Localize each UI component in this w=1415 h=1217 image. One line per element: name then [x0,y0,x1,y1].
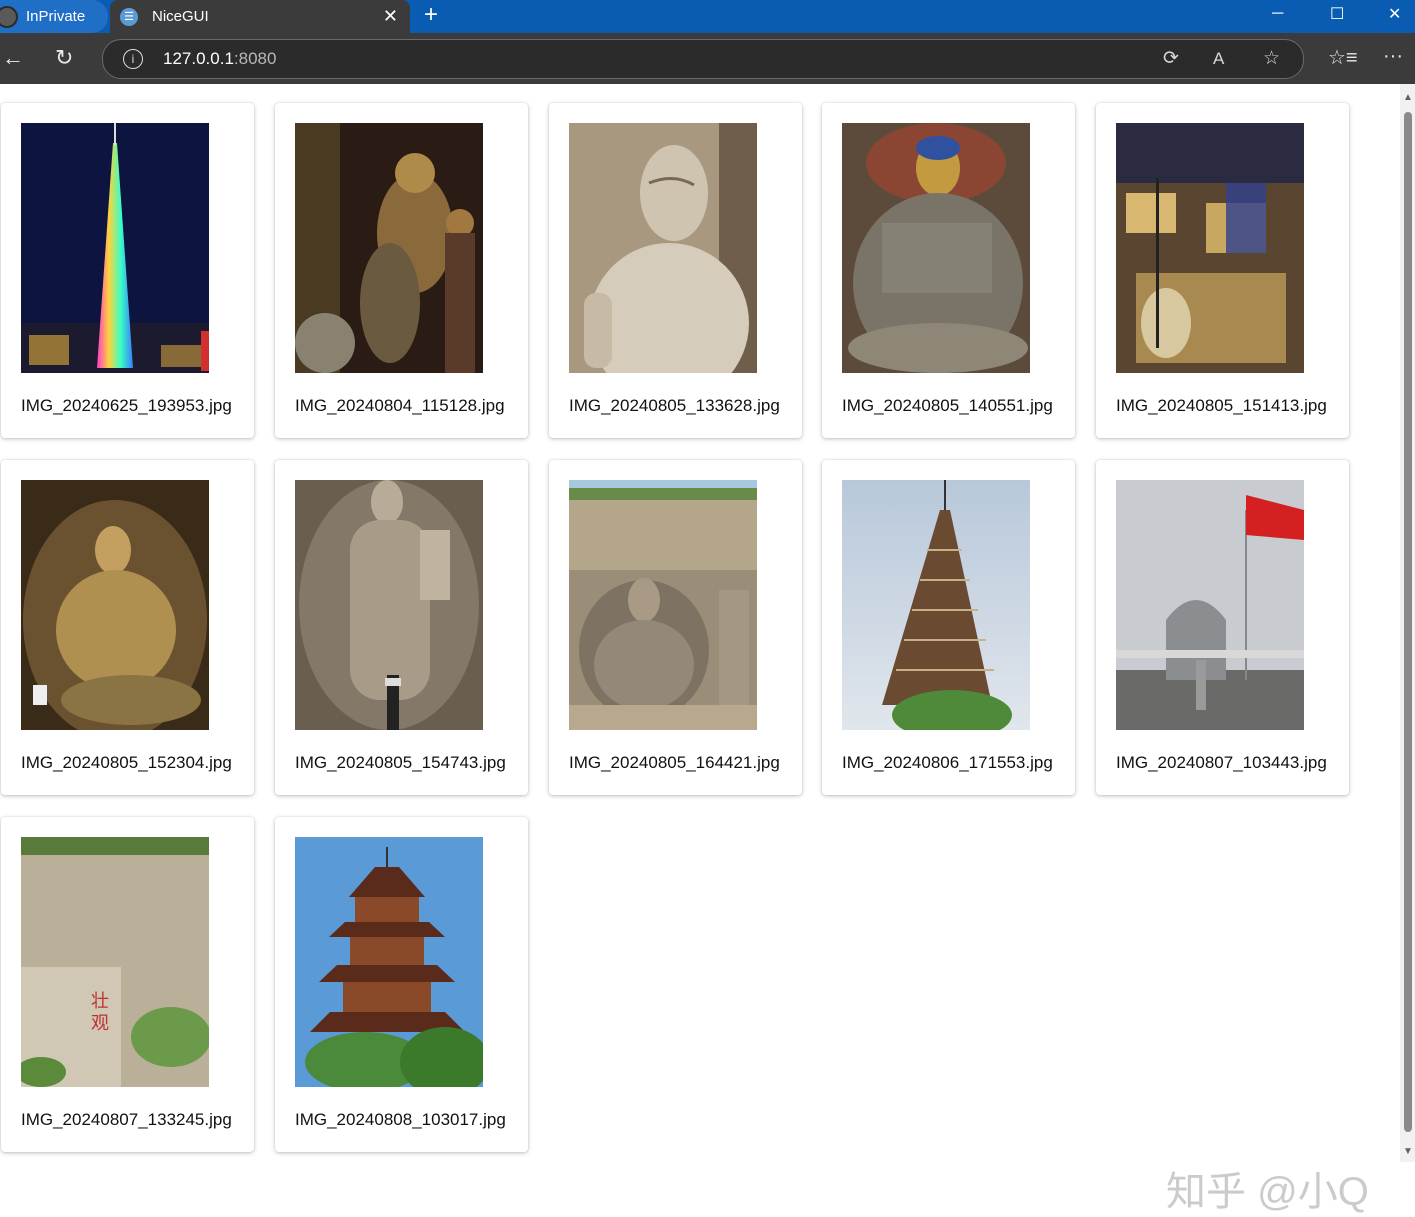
photo-filename: IMG_20240805_152304.jpg [21,753,232,772]
photo-thumbnail[interactable] [842,480,1030,730]
minimize-icon[interactable]: ─ [1272,0,1283,28]
photo-filename: IMG_20240805_140551.jpg [842,396,1053,415]
page-scrollbar[interactable]: ▲ ▼ [1400,84,1415,1162]
svg-text:观: 观 [91,1013,109,1034]
photo-filename: IMG_20240808_103017.jpg [295,1110,506,1129]
read-aloud-icon[interactable]: A [1213,49,1224,69]
browser-titlebar: InPrivate ☰ NiceGUI ✕ + ─ ☐ ✕ [0,0,1415,33]
gallery-card[interactable]: 壮 观 IMG_20240807_133245.jpg [1,817,254,1152]
photo-thumbnail[interactable]: 壮 观 [21,837,209,1087]
maximize-icon[interactable]: ☐ [1330,0,1344,28]
gallery-card[interactable]: IMG_20240805_164421.jpg [549,460,802,795]
new-tab-icon[interactable]: + [424,1,438,29]
gallery-card[interactable]: IMG_20240805_140551.jpg [822,103,1075,438]
favorites-list-icon[interactable]: ☆≡ [1328,45,1358,70]
gallery-card[interactable]: IMG_20240805_152304.jpg [1,460,254,795]
photo-thumbnail[interactable] [21,123,209,373]
zhihu-watermark: 知乎 @小Q [1166,1170,1369,1214]
photo-filename: IMG_20240806_171553.jpg [842,753,1053,772]
photo-thumbnail[interactable] [295,123,483,373]
favorite-star-icon[interactable]: ☆ [1263,47,1280,70]
refresh-icon[interactable]: ↻ [55,45,73,71]
gallery-page: IMG_20240625_193953.jpg IMG_20240804_115… [0,84,1400,1214]
browser-toolbar: ← ↻ i 127.0.0.1:8080 ⟳ A ☆ ☆≡ ··· [0,33,1415,84]
close-window-icon[interactable]: ✕ [1388,0,1401,28]
photo-thumbnail[interactable] [842,123,1030,373]
address-bar[interactable]: i 127.0.0.1:8080 ⟳ A ☆ [102,39,1304,79]
back-arrow-icon[interactable]: ← [2,45,24,71]
photo-thumbnail[interactable] [569,123,757,373]
photo-filename: IMG_20240805_154743.jpg [295,753,506,772]
more-menu-icon[interactable]: ··· [1383,45,1403,68]
gallery-card[interactable]: IMG_20240807_103443.jpg [1096,460,1349,795]
photo-filename: IMG_20240805_151413.jpg [1116,396,1327,415]
site-info-icon[interactable]: i [123,49,143,69]
gallery-card[interactable]: IMG_20240805_154743.jpg [275,460,528,795]
photo-thumbnail[interactable] [21,480,209,730]
photo-filename: IMG_20240805_133628.jpg [569,396,780,415]
close-tab-icon[interactable]: ✕ [383,6,398,27]
nicegui-favicon-icon: ☰ [120,7,138,26]
profile-avatar-icon [0,5,18,28]
scroll-down-arrow-icon[interactable]: ▼ [1403,1146,1413,1157]
edge-refresh-icon[interactable]: ⟳ [1163,47,1179,70]
gallery-card[interactable]: IMG_20240805_133628.jpg [549,103,802,438]
tab-title: NiceGUI [152,8,209,25]
inprivate-label: InPrivate [26,8,86,25]
url-text[interactable]: 127.0.0.1:8080 [163,49,276,69]
browser-tab[interactable]: ☰ NiceGUI ✕ [110,0,410,33]
scrollbar-thumb[interactable] [1404,112,1412,1132]
url-port: :8080 [233,49,277,68]
photo-thumbnail[interactable] [1116,123,1304,373]
inprivate-badge[interactable]: InPrivate [0,0,108,33]
gallery-card[interactable]: IMG_20240804_115128.jpg [275,103,528,438]
photo-thumbnail[interactable] [569,480,757,730]
gallery-card[interactable]: IMG_20240808_103017.jpg [275,817,528,1152]
gallery-card[interactable]: IMG_20240805_151413.jpg [1096,103,1349,438]
photo-filename: IMG_20240804_115128.jpg [295,396,505,415]
photo-filename: IMG_20240625_193953.jpg [21,396,232,415]
photo-filename: IMG_20240805_164421.jpg [569,753,780,772]
photo-thumbnail[interactable] [295,837,483,1087]
photo-thumbnail[interactable] [295,480,483,730]
scroll-up-arrow-icon[interactable]: ▲ [1403,92,1413,103]
gallery-card[interactable]: IMG_20240806_171553.jpg [822,460,1075,795]
svg-text:壮: 壮 [91,991,109,1012]
url-host: 127.0.0.1 [163,49,234,68]
photo-filename: IMG_20240807_133245.jpg [21,1110,232,1129]
photo-filename: IMG_20240807_103443.jpg [1116,753,1327,772]
photo-thumbnail[interactable] [1116,480,1304,730]
gallery-card[interactable]: IMG_20240625_193953.jpg [1,103,254,438]
